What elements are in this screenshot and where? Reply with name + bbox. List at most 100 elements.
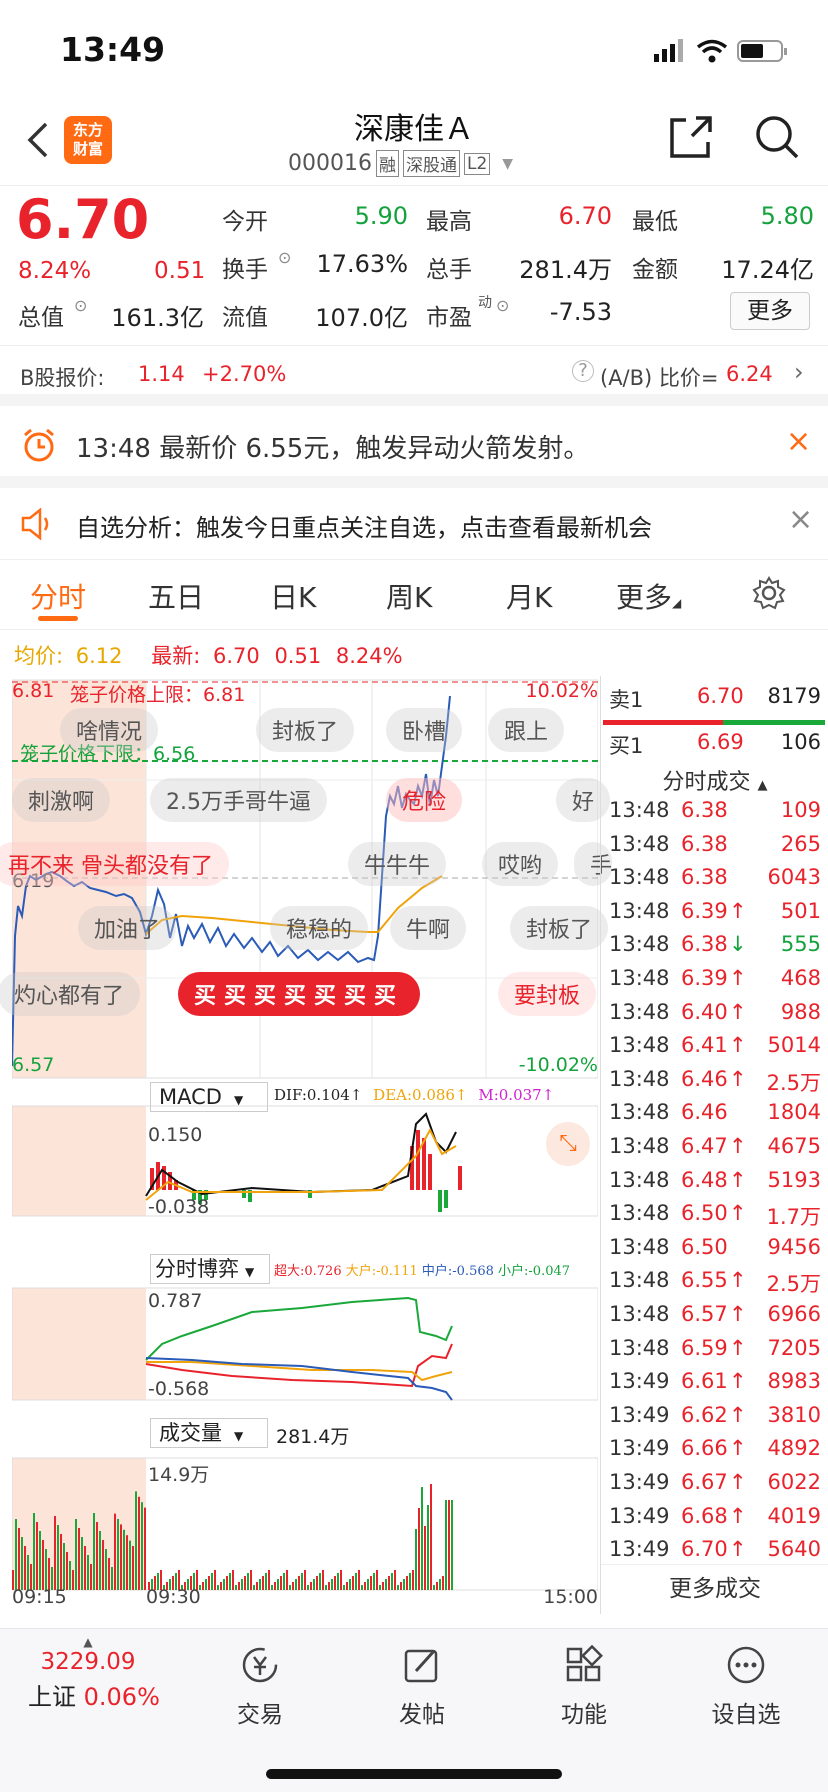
nav-add-watchlist[interactable]: 设自选 bbox=[686, 1645, 806, 1729]
value-float-cap: 107.0亿 bbox=[315, 304, 408, 332]
trade-price: 6.38 bbox=[681, 831, 728, 856]
tab-daily-k[interactable]: 日K bbox=[270, 576, 316, 616]
volume-bar bbox=[108, 1558, 110, 1590]
volume-bar bbox=[331, 1579, 333, 1590]
volume-bar bbox=[27, 1555, 29, 1590]
trade-time: 13:48 bbox=[609, 1234, 670, 1259]
close-icon[interactable]: × bbox=[786, 424, 811, 459]
nav-trade[interactable]: 交易 bbox=[200, 1645, 320, 1729]
volume-bar bbox=[81, 1537, 83, 1590]
volume-bar bbox=[382, 1582, 384, 1590]
value-amount: 17.24亿 bbox=[721, 256, 814, 284]
trade-price: 6.59 bbox=[681, 1335, 728, 1360]
volume-bar bbox=[105, 1549, 107, 1590]
volume-bar bbox=[379, 1585, 381, 1590]
search-icon[interactable] bbox=[754, 114, 800, 160]
volume-bar bbox=[72, 1570, 74, 1590]
trade-price: 6.46 bbox=[681, 1066, 728, 1091]
trade-price: 6.38 bbox=[681, 865, 728, 890]
volume-bar bbox=[328, 1582, 330, 1590]
info-icon[interactable]: ⊙ bbox=[278, 248, 291, 267]
trade-time: 13:48 bbox=[609, 1302, 670, 1326]
trade-price: 6.50 bbox=[681, 1234, 728, 1259]
trade-time: 13:48 bbox=[609, 1033, 670, 1058]
volume-bar bbox=[430, 1484, 432, 1590]
macd-bottom-label: -0.038 bbox=[148, 1196, 210, 1218]
macd-selector[interactable]: MACD ▼ bbox=[150, 1082, 268, 1112]
trade-row: 13:48 6.50 9456 bbox=[601, 1231, 828, 1265]
share-icon[interactable] bbox=[668, 114, 714, 160]
danmu-comment: 卧槽 bbox=[386, 708, 463, 752]
info-icon[interactable]: ⊙ bbox=[74, 296, 87, 315]
more-trades-button[interactable]: 更多成交 bbox=[601, 1564, 828, 1614]
expand-icon[interactable]: ⤡ bbox=[546, 1122, 590, 1166]
trade-row: 13:48 6.50 ↑ 1.7万 bbox=[601, 1197, 828, 1231]
nav-post[interactable]: 发帖 bbox=[362, 1645, 482, 1729]
volume-bar bbox=[418, 1508, 420, 1590]
trade-volume: 4675 bbox=[767, 1134, 821, 1158]
bo-top-label: 0.787 bbox=[148, 1290, 203, 1312]
label-market-cap: 总值 bbox=[18, 305, 64, 331]
trade-time: 13:49 bbox=[609, 1402, 670, 1427]
volume-bar bbox=[33, 1513, 35, 1590]
bo-values: 超大:0.726 大户:-0.111 中户:-0.568 小户:-0.047 bbox=[274, 1264, 571, 1279]
alert-banner[interactable]: 13:48 最新价 6.55元，触发异动火箭发射。 × bbox=[0, 406, 828, 488]
more-button[interactable]: 更多 bbox=[730, 292, 810, 330]
chevron-right-icon[interactable]: › bbox=[794, 358, 804, 386]
tab-weekly-k[interactable]: 周K bbox=[386, 576, 432, 616]
tab-five-day[interactable]: 五日 bbox=[148, 576, 204, 616]
trade-price: 6.38 bbox=[681, 798, 728, 822]
trade-row: 13:49 6.66 ↑ 4892 bbox=[601, 1432, 828, 1466]
volume-bar bbox=[135, 1491, 137, 1590]
alarm-icon bbox=[24, 428, 54, 462]
trade-time: 13:49 bbox=[609, 1369, 670, 1394]
trades-title[interactable]: 分时成交 ▲ bbox=[601, 764, 828, 796]
bottom-nav: ▲ 3229.09 上证 0.06% 交易 发帖 功能 设自选 bbox=[0, 1628, 828, 1792]
trade-row: 13:48 6.38 ↓ 555 bbox=[601, 928, 828, 962]
trade-arrow: ↑ bbox=[729, 1033, 747, 1058]
settings-icon[interactable] bbox=[752, 576, 786, 610]
value-volume: 281.4万 bbox=[519, 256, 612, 284]
volume-bar bbox=[364, 1582, 366, 1590]
label-open: 今开 bbox=[222, 209, 268, 235]
bo-selector[interactable]: 分时博弈 ▼ bbox=[150, 1254, 270, 1284]
tab-monthly-k[interactable]: 月K bbox=[506, 576, 552, 616]
label-volume: 总手 bbox=[426, 257, 472, 283]
danmu-comment: 封板了 bbox=[256, 708, 355, 752]
trade-row: 13:48 6.55 ↑ 2.5万 bbox=[601, 1264, 828, 1298]
analysis-banner[interactable]: 自选分析：触发今日重点关注自选，点击查看最新机会 × bbox=[0, 488, 828, 560]
volume-bar bbox=[60, 1534, 62, 1590]
danmu-comment: 稳稳的 bbox=[270, 906, 369, 950]
volume-bar bbox=[138, 1496, 140, 1590]
trade-arrow: ↑ bbox=[729, 1268, 747, 1293]
trade-volume: 4019 bbox=[767, 1503, 821, 1528]
dropdown-icon[interactable]: ▼ bbox=[502, 156, 513, 172]
help-icon[interactable]: ? bbox=[572, 360, 594, 382]
status-time: 13:49 bbox=[60, 30, 166, 69]
volume-selector[interactable]: 成交量 ▼ bbox=[150, 1418, 268, 1448]
tab-more[interactable]: 更多◢ bbox=[616, 576, 681, 616]
trade-time: 13:48 bbox=[609, 798, 670, 822]
nav-functions[interactable]: 功能 bbox=[524, 1644, 644, 1729]
trade-arrow: ↑ bbox=[729, 1503, 747, 1528]
volume-bar bbox=[15, 1519, 17, 1590]
volume-bar bbox=[307, 1585, 309, 1590]
sell-ratio-bar bbox=[603, 720, 723, 725]
trade-row: 13:48 6.46 1804 bbox=[601, 1096, 828, 1130]
volume-bar bbox=[445, 1500, 447, 1590]
index-widget[interactable]: ▲ 3229.09 上证 0.06% bbox=[28, 1635, 160, 1712]
trade-volume: 7205 bbox=[767, 1335, 821, 1360]
volume-bar bbox=[235, 1585, 237, 1590]
volume-bar bbox=[361, 1585, 363, 1590]
trade-arrow: ↑ bbox=[729, 1167, 747, 1192]
change-percent: 8.24% bbox=[18, 258, 92, 284]
b-share-row[interactable]: B股报价: 1.14 +2.70% ? (A/B) 比价= 6.24 › bbox=[0, 346, 828, 406]
cage-upper-label: 笼子价格上限：6.81 bbox=[70, 684, 246, 706]
trade-row: 13:48 6.48 ↑ 5193 bbox=[601, 1164, 828, 1198]
volume-bar bbox=[355, 1573, 357, 1590]
avg-value: 6.12 bbox=[75, 644, 123, 668]
intraday-chart[interactable]: 6.81 笼子价格上限：6.81 10.02% 笼子价格下限：6.56 6.19… bbox=[0, 676, 613, 1614]
close-icon[interactable]: × bbox=[788, 502, 813, 537]
tab-intraday[interactable]: 分时 bbox=[30, 576, 86, 616]
trade-row: 13:48 6.38 109 bbox=[601, 794, 828, 828]
